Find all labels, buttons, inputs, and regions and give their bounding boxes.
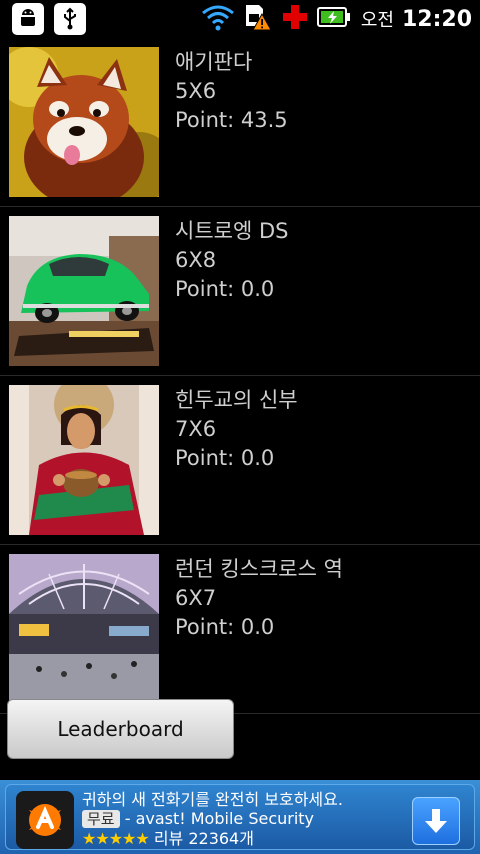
puzzle-point: Point: 43.5 bbox=[175, 108, 288, 132]
ad-headline: 귀하의 새 전화기를 완전히 보호하세요. bbox=[82, 790, 343, 809]
puzzle-size: 5X6 bbox=[175, 79, 217, 103]
battery-charging-icon bbox=[316, 5, 351, 33]
hindu-bride-thumbnail bbox=[9, 385, 159, 535]
puzzle-point: Point: 0.0 bbox=[175, 446, 275, 470]
puzzle-title: 시트로엥 DS bbox=[175, 219, 289, 243]
download-arrow-icon[interactable] bbox=[412, 797, 460, 845]
puzzle-title: 힌두교의 신부 bbox=[175, 388, 298, 412]
green-car-thumbnail bbox=[9, 216, 159, 366]
puzzle-point: Point: 0.0 bbox=[175, 277, 275, 301]
usb-icon bbox=[54, 3, 86, 35]
list-item[interactable]: 힌두교의 신부 7X6 Point: 0.0 bbox=[0, 376, 480, 545]
puzzle-point: Point: 0.0 bbox=[175, 615, 275, 639]
ad-reviews: 리뷰 22364개 bbox=[153, 829, 254, 848]
list-item[interactable]: 애기판다 5X6 Point: 43.5 bbox=[0, 38, 480, 207]
ad-app-name: - avast! Mobile Security bbox=[124, 809, 315, 828]
list-item[interactable]: 런던 킹스크로스 역 6X7 Point: 0.0 bbox=[0, 545, 480, 714]
status-bar: 오전 12:20 bbox=[0, 0, 480, 38]
ad-free-badge: 무료 bbox=[82, 810, 120, 828]
rating-stars-icon: ★★★★★ bbox=[82, 829, 150, 848]
puzzle-list: 애기판다 5X6 Point: 43.5 시트로엥 DS 6X8 Point: … bbox=[0, 38, 480, 714]
ad-banner[interactable]: 귀하의 새 전화기를 완전히 보호하세요. 무료 - avast! Mobile… bbox=[0, 780, 480, 854]
puzzle-title: 런던 킹스크로스 역 bbox=[175, 557, 343, 581]
list-item[interactable]: 시트로엥 DS 6X8 Point: 0.0 bbox=[0, 207, 480, 376]
puzzle-size: 6X7 bbox=[175, 586, 217, 610]
red-cross-icon bbox=[281, 3, 309, 35]
clock-ampm: 오전 bbox=[360, 10, 394, 31]
puzzle-size: 7X6 bbox=[175, 417, 217, 441]
wifi-icon bbox=[201, 3, 235, 35]
android-debug-icon bbox=[12, 3, 44, 35]
kings-cross-station-thumbnail bbox=[9, 554, 159, 704]
puzzle-title: 애기판다 bbox=[175, 50, 253, 74]
red-panda-thumbnail bbox=[9, 47, 159, 197]
leaderboard-button[interactable]: Leaderboard bbox=[7, 699, 234, 759]
avast-logo-icon bbox=[16, 791, 74, 849]
clock-time: 12:20 bbox=[401, 6, 472, 32]
sim-warning-icon bbox=[243, 2, 273, 36]
puzzle-size: 6X8 bbox=[175, 248, 217, 272]
